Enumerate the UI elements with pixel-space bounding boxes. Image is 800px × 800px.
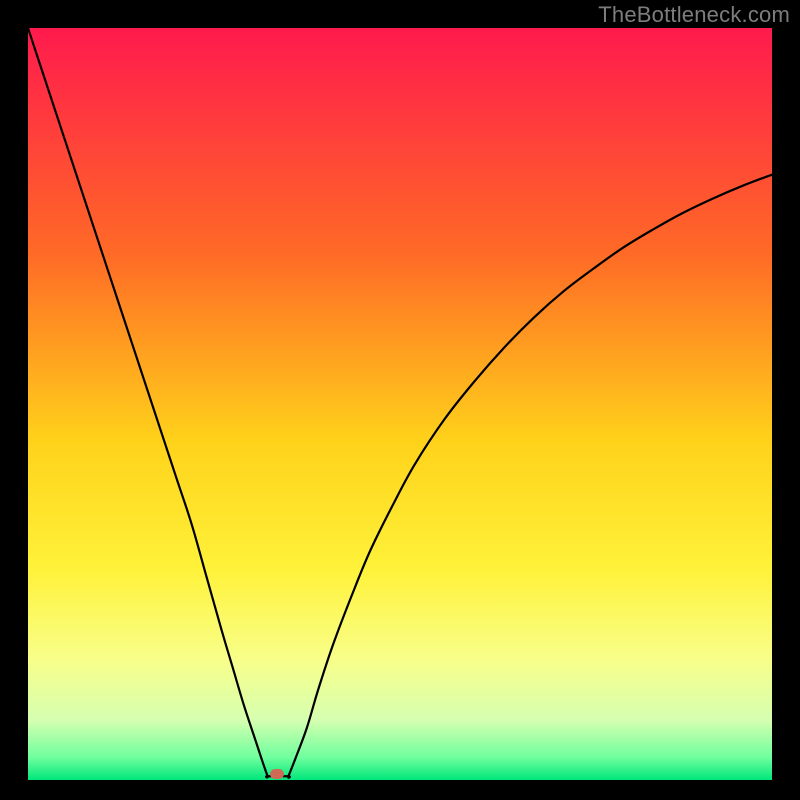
plot-area [28, 28, 772, 780]
gradient-background [28, 28, 772, 780]
optimal-point-marker [270, 769, 284, 779]
chart-frame: TheBottleneck.com [0, 0, 800, 800]
watermark-text: TheBottleneck.com [598, 2, 790, 28]
chart-svg [28, 28, 772, 780]
